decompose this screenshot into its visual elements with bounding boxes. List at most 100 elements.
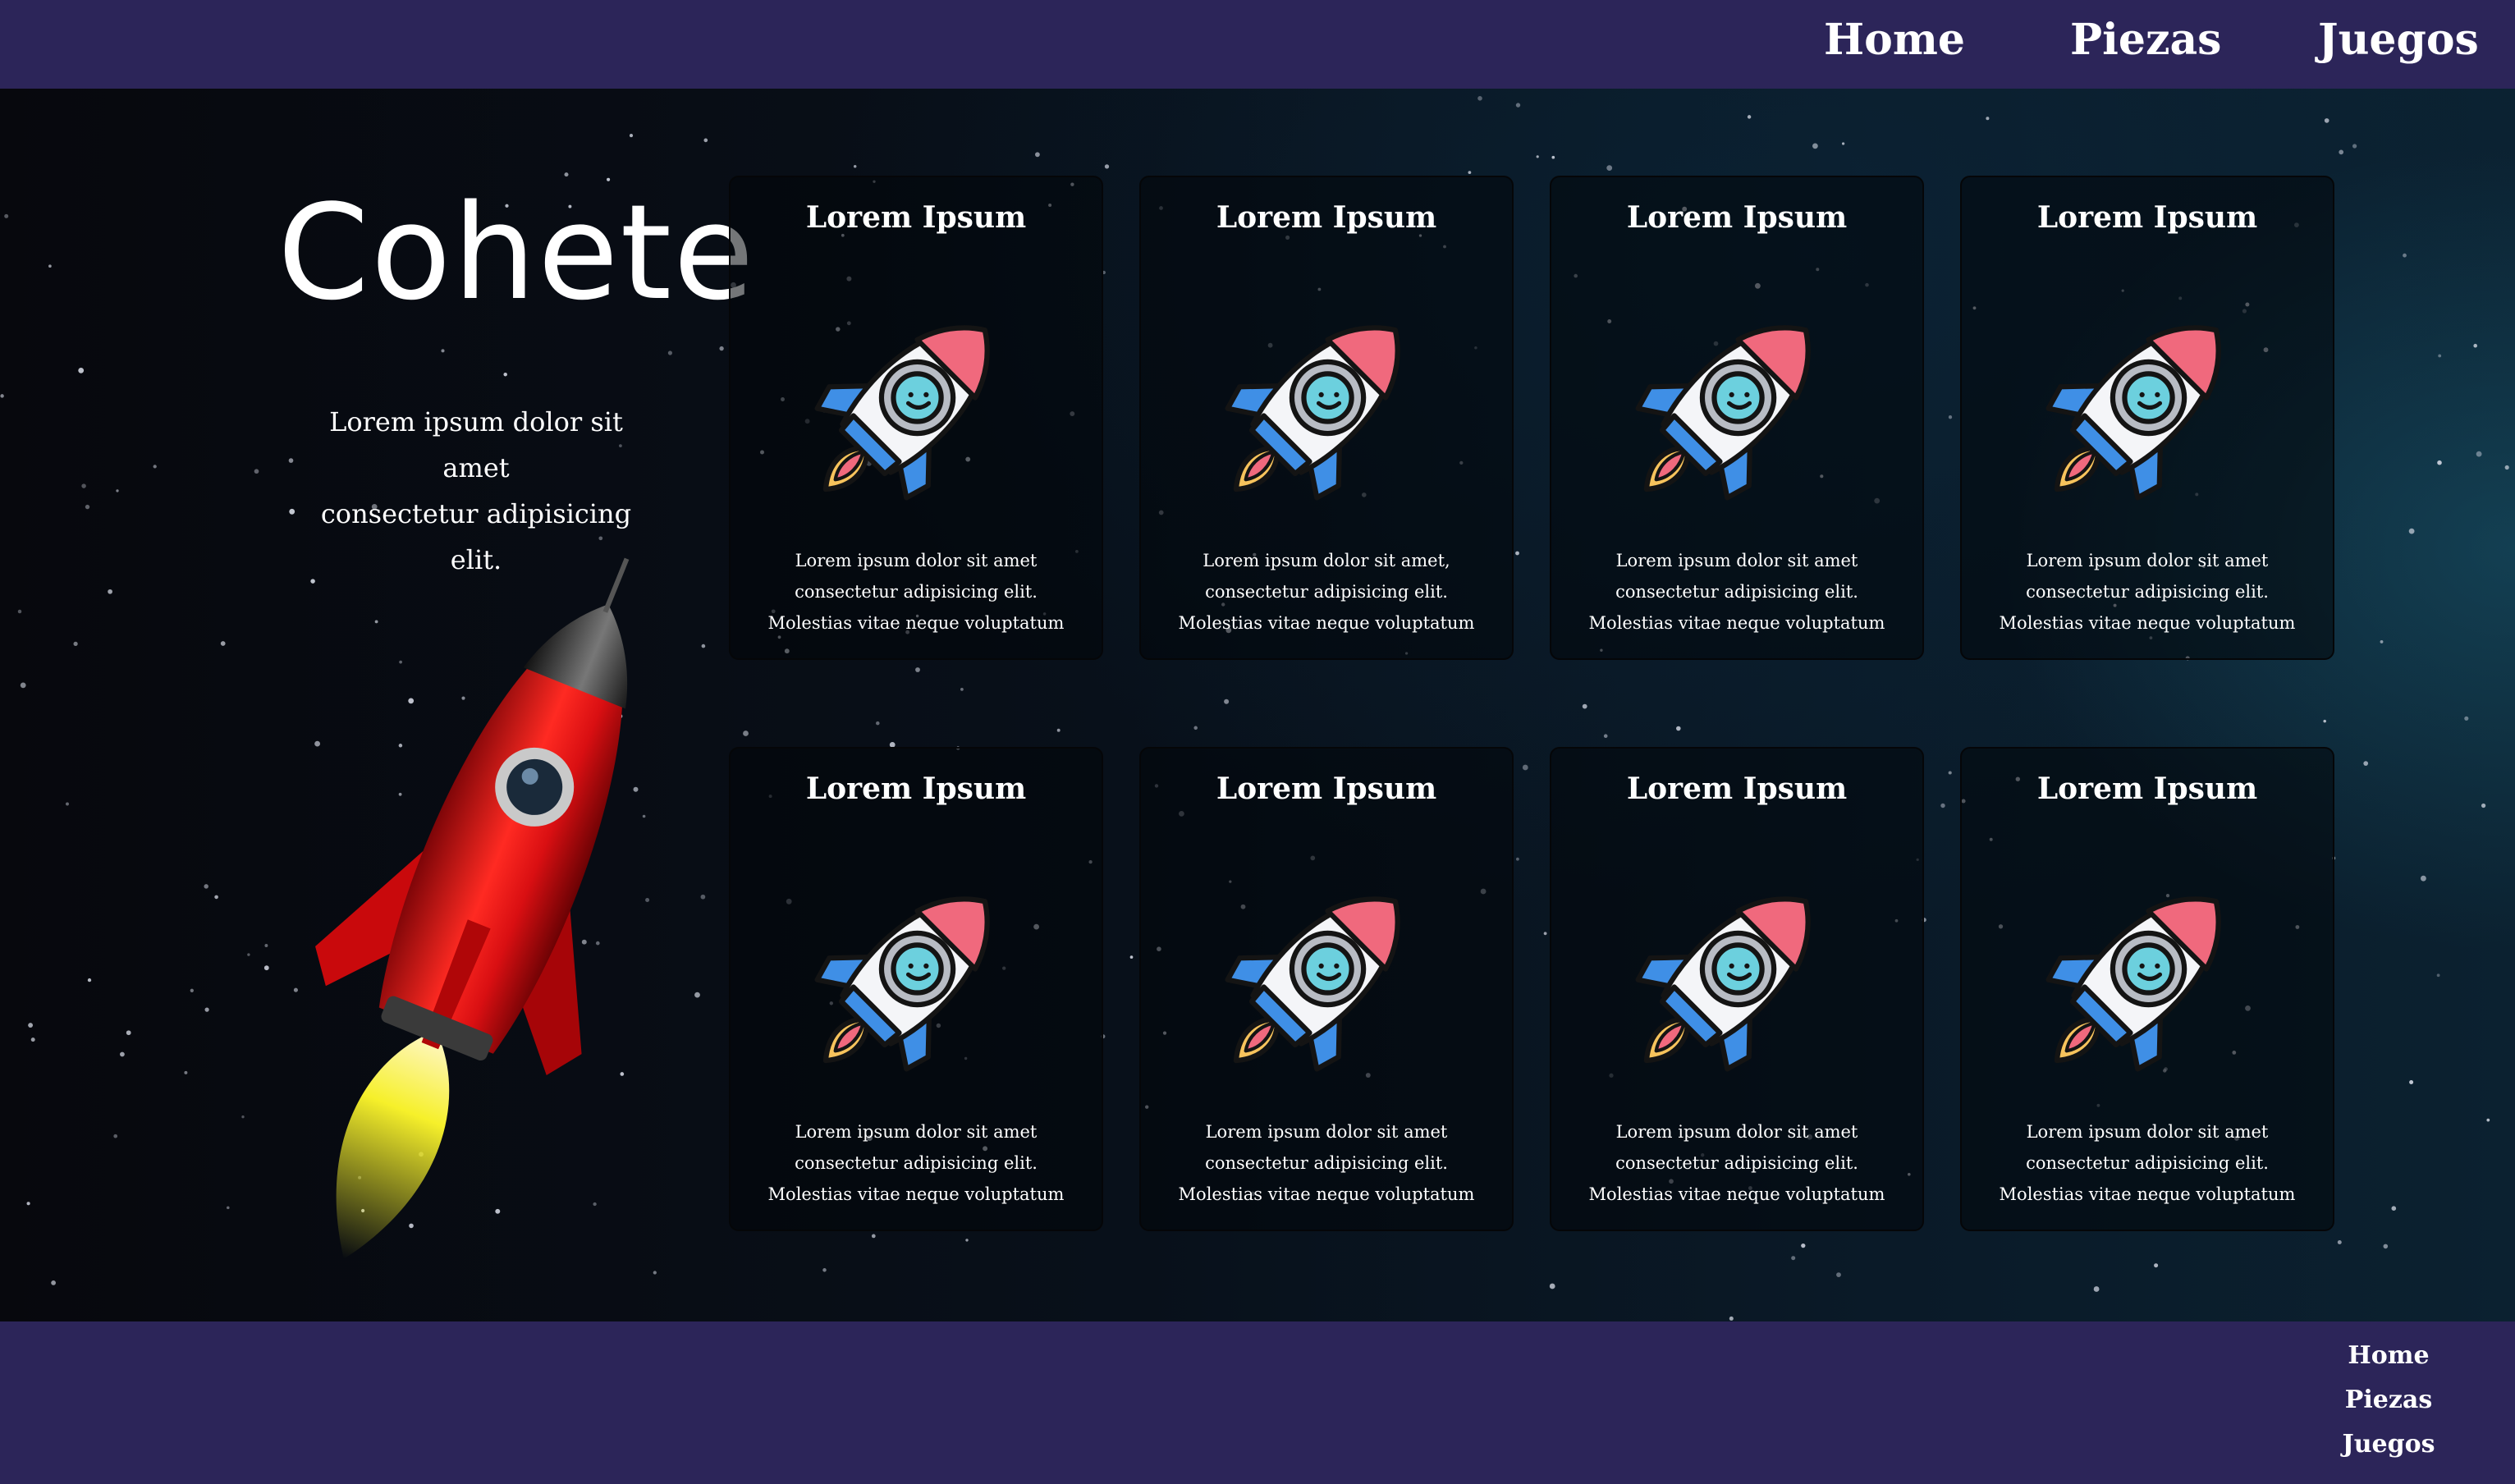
star: [1606, 165, 1613, 171]
star: [2337, 1240, 2342, 1244]
star: [2481, 803, 2486, 808]
card[interactable]: Lorem Ipsum Lorem ipsum dolor sit amet co…: [1550, 747, 1924, 1231]
cartoon-rocket-icon: [808, 857, 1029, 1079]
star: [85, 504, 90, 510]
star: [126, 1030, 131, 1036]
star: [1791, 1256, 1796, 1261]
cartoon-rocket-icon: [1218, 286, 1440, 507]
card[interactable]: Lorem Ipsum Lorem ipsum dolor sit amet co…: [729, 747, 1103, 1231]
nav-link-juegos[interactable]: Juegos: [2318, 10, 2479, 71]
star: [1477, 96, 1482, 101]
star: [2473, 343, 2477, 348]
card-line: consectetur adipisicing elit.: [795, 582, 1038, 602]
footer-link-home[interactable]: Home: [2282, 1340, 2495, 1372]
star: [190, 988, 194, 992]
star: [1035, 152, 1040, 158]
nav-link-piezas[interactable]: Piezas: [2070, 10, 2221, 71]
card-line: consectetur adipisicing elit.: [2026, 1153, 2269, 1173]
card[interactable]: Lorem Ipsum Lorem ipsum dolor sit amet, c…: [1139, 176, 1514, 660]
star: [220, 641, 226, 646]
star: [853, 165, 857, 168]
star: [1801, 1243, 1806, 1248]
star: [2436, 973, 2440, 978]
card[interactable]: Lorem Ipsum Lorem ipsum dolor sit amet co…: [1960, 176, 2334, 660]
hero-section: Cohete Lorem ipsum dolor sit amet consec…: [0, 89, 2515, 1321]
star: [214, 895, 218, 900]
card-title: Lorem Ipsum: [1626, 200, 1848, 235]
nav-link-home[interactable]: Home: [1824, 10, 1965, 71]
star: [184, 1070, 188, 1074]
star: [1582, 703, 1587, 709]
star: [108, 589, 112, 594]
star: [2093, 1286, 2100, 1292]
cartoon-rocket-icon: [808, 286, 1029, 507]
intro-line: Lorem ipsum dolor sit amet: [329, 406, 623, 483]
star: [2476, 451, 2482, 457]
star: [227, 1206, 230, 1210]
footer-link-juegos[interactable]: Juegos: [2282, 1428, 2495, 1461]
star: [17, 609, 22, 614]
star: [960, 688, 964, 691]
star: [1812, 143, 1818, 149]
star: [264, 944, 268, 947]
card-line: Molestias vitae neque voluptatum: [1999, 613, 2296, 633]
star: [73, 641, 78, 647]
card[interactable]: Lorem Ipsum Lorem ipsum dolor sit amet co…: [1139, 747, 1514, 1231]
card[interactable]: Lorem Ipsum Lorem ipsum dolor sit amet co…: [1550, 176, 1924, 660]
card-description: Lorem ipsum dolor sit amet consectetur ad…: [1962, 545, 2333, 639]
cartoon-rocket-icon: [2039, 857, 2261, 1079]
card-line: Molestias vitae neque voluptatum: [767, 613, 1065, 633]
star: [701, 644, 706, 648]
star: [2324, 118, 2329, 123]
card-description: Lorem ipsum dolor sit amet consectetur ad…: [1141, 1116, 1512, 1210]
star: [1676, 726, 1681, 731]
star: [1515, 551, 1519, 556]
star: [28, 1023, 34, 1028]
star: [1468, 171, 1472, 174]
star: [1841, 142, 1845, 145]
star: [263, 965, 269, 971]
card-line: Lorem ipsum dolor sit amet,: [1203, 551, 1450, 570]
card-title: Lorem Ipsum: [1626, 772, 1848, 806]
card[interactable]: Lorem Ipsum Lorem ipsum dolor sit amet co…: [1960, 747, 2334, 1231]
card[interactable]: Lorem Ipsum Lorem ipsum dolor sit amet co…: [729, 176, 1103, 660]
star: [1522, 764, 1528, 771]
cartoon-rocket-icon: [1629, 286, 1850, 507]
card-title: Lorem Ipsum: [1216, 200, 1437, 235]
card-description: Lorem ipsum dolor sit amet consectetur ad…: [1962, 1116, 2333, 1210]
card-line: consectetur adipisicing elit.: [2026, 582, 2269, 602]
star: [1515, 103, 1521, 108]
star: [1948, 415, 1953, 419]
star: [1729, 1316, 1734, 1321]
card-line: consectetur adipisicing elit.: [1615, 582, 1858, 602]
star: [1516, 857, 1519, 861]
star: [30, 1037, 35, 1042]
star: [1940, 803, 1945, 808]
cartoon-rocket-icon: [2039, 286, 2261, 507]
star: [2380, 639, 2384, 644]
page-title: Cohete: [277, 176, 756, 329]
star: [26, 1202, 30, 1206]
card-line: consectetur adipisicing elit.: [1205, 1153, 1448, 1173]
star: [441, 349, 445, 353]
card-description: Lorem ipsum dolor sit amet consectetur ad…: [1551, 1116, 1922, 1210]
card-line: Lorem ipsum dolor sit amet: [1205, 1122, 1448, 1142]
star: [113, 1134, 118, 1138]
star: [965, 1239, 969, 1242]
star: [743, 731, 749, 736]
star: [2421, 875, 2426, 882]
star: [0, 394, 4, 398]
card-line: Lorem ipsum dolor sit amet: [1615, 1122, 1858, 1142]
star: [2391, 1206, 2397, 1211]
footer: Home Piezas Juegos: [0, 1321, 2515, 1484]
card-description: Lorem ipsum dolor sit amet, consectetur a…: [1141, 545, 1512, 639]
star: [1948, 771, 1952, 775]
star: [1129, 955, 1134, 959]
star: [87, 978, 92, 982]
star: [120, 1051, 125, 1057]
star: [4, 213, 9, 218]
card-line: Molestias vitae neque voluptatum: [1178, 613, 1475, 633]
card-line: Molestias vitae neque voluptatum: [1178, 1184, 1475, 1204]
footer-link-piezas[interactable]: Piezas: [2282, 1384, 2495, 1417]
card-line: consectetur adipisicing elit.: [1205, 582, 1448, 602]
